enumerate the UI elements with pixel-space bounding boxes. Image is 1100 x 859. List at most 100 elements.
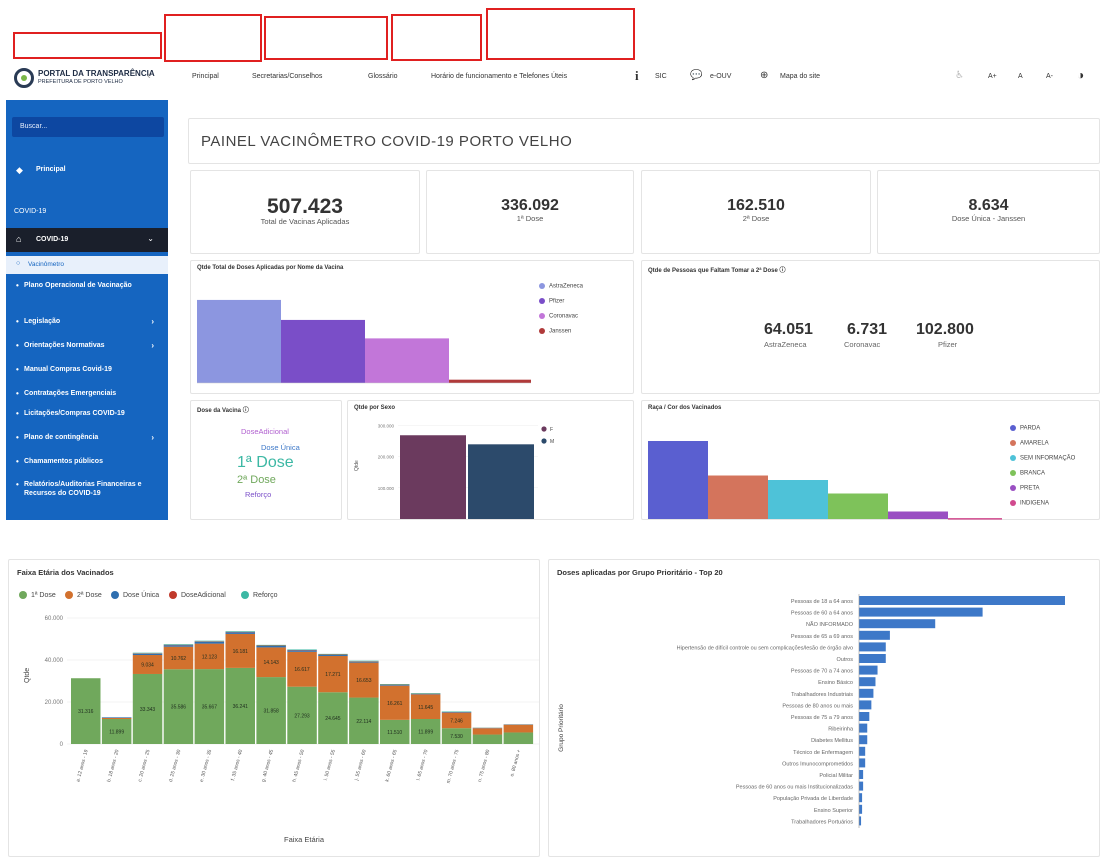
legend-item[interactable]: Pfizer	[539, 298, 564, 305]
nav-secretarias[interactable]: Secretarias/Conselhos	[252, 73, 322, 80]
bar-segment[interactable]	[287, 649, 317, 651]
bar-segment[interactable]	[441, 711, 472, 713]
bar-segment[interactable]	[256, 645, 286, 648]
legend-item[interactable]: INDIGENA	[1010, 500, 1049, 507]
bar[interactable]	[281, 319, 365, 383]
bar-segment[interactable]	[287, 650, 317, 652]
bar-segment[interactable]	[225, 631, 256, 632]
legend-swatch	[19, 591, 27, 599]
bar-segment[interactable]	[472, 728, 503, 735]
bar[interactable]	[859, 700, 872, 710]
bar-segment[interactable]	[132, 653, 163, 656]
font-increase-button[interactable]: A+	[988, 73, 997, 80]
bar-segment[interactable]	[318, 654, 348, 656]
legend-item[interactable]: AstraZeneca	[539, 283, 583, 290]
bar-segment[interactable]	[503, 724, 534, 733]
bar[interactable]	[365, 338, 449, 383]
bar[interactable]	[859, 677, 876, 687]
bar[interactable]	[468, 444, 534, 519]
legend-item[interactable]: Dose Única	[111, 591, 159, 599]
bar-segment[interactable]	[503, 732, 534, 744]
data-label: 9.034	[141, 662, 154, 668]
bar-segment[interactable]	[349, 660, 379, 662]
bar[interactable]	[859, 712, 870, 721]
info-icon[interactable]: i	[635, 68, 639, 84]
bar[interactable]	[859, 758, 866, 768]
kpi-card-dose2: 162.510 2ª Dose	[641, 170, 871, 254]
bar-segment[interactable]	[349, 661, 379, 663]
bar[interactable]	[859, 793, 863, 803]
data-label: 10.762	[171, 656, 187, 662]
bar-segment[interactable]	[225, 632, 256, 634]
tick-label: 300.000	[378, 423, 395, 428]
bar[interactable]	[859, 746, 866, 756]
data-label: 35.667	[202, 705, 218, 711]
bar-segment[interactable]	[132, 652, 163, 654]
bar[interactable]	[859, 781, 864, 791]
bar[interactable]	[197, 299, 281, 383]
data-label: 7.246	[450, 719, 463, 725]
legend-item[interactable]: BRANCA	[1010, 470, 1045, 477]
portal-logo[interactable]: PORTAL DA TRANSPARÊNCIA PREFEITURA DE PO…	[14, 66, 155, 90]
nav-principal[interactable]: Principal	[192, 73, 219, 80]
bar[interactable]	[768, 480, 828, 519]
bar[interactable]	[449, 379, 531, 383]
bar[interactable]	[859, 607, 983, 617]
sidebar-search-input[interactable]: Buscar...	[12, 117, 164, 137]
legend-item[interactable]: PARDA	[1010, 425, 1040, 432]
bar[interactable]	[888, 511, 948, 520]
bar-segment[interactable]	[472, 734, 503, 744]
bar-segment[interactable]	[163, 644, 194, 645]
legend-item[interactable]: DoseAdicional	[169, 591, 226, 599]
font-decrease-button[interactable]: A-	[1046, 73, 1053, 80]
nav-sic[interactable]: SIC	[655, 73, 667, 80]
contrast-icon[interactable]: ◑	[1077, 68, 1084, 82]
bar-segment[interactable]	[194, 640, 225, 642]
bar-segment[interactable]	[380, 684, 410, 685]
legend-item[interactable]: Janssen	[539, 328, 571, 335]
bar[interactable]	[859, 619, 936, 629]
bar[interactable]	[828, 493, 888, 520]
bar[interactable]	[859, 816, 862, 826]
legend-item[interactable]: SEM INFORMAÇÃO	[1010, 455, 1075, 462]
bar[interactable]	[859, 688, 874, 698]
bar[interactable]	[859, 596, 1065, 605]
legend-item[interactable]: Reforço	[241, 591, 278, 599]
chevron-left-icon[interactable]: ‹	[147, 70, 151, 82]
font-reset-button[interactable]: A	[1018, 73, 1023, 80]
bar-segment[interactable]	[101, 717, 132, 720]
bar-segment[interactable]	[410, 693, 441, 694]
bar[interactable]	[859, 804, 863, 814]
bar[interactable]	[708, 475, 768, 520]
legend-item[interactable]: AMARELA	[1010, 440, 1049, 447]
bar-segment[interactable]	[256, 644, 286, 646]
bar[interactable]	[648, 441, 708, 519]
accessibility-icon[interactable]: ♿	[955, 70, 964, 81]
bar-segment[interactable]	[101, 717, 132, 718]
bar[interactable]	[859, 723, 868, 733]
bar[interactable]	[948, 518, 1002, 520]
bar-segment[interactable]	[163, 645, 194, 647]
bar-segment[interactable]	[318, 653, 348, 655]
legend-item[interactable]: 2ª Dose	[65, 591, 102, 599]
legend-item[interactable]: Coronavac	[539, 313, 578, 320]
bar[interactable]	[859, 735, 868, 745]
sidebar-subitem-vacinometro[interactable]: ○ Vacinômetro	[6, 256, 168, 274]
bar-segment[interactable]	[194, 641, 225, 644]
bar[interactable]	[400, 435, 466, 519]
legend-item[interactable]: PRETA	[1010, 485, 1040, 492]
nav-horario[interactable]: Horário de funcionamento e Telefones Úte…	[431, 73, 567, 80]
nav-glossario[interactable]: Glossário	[368, 73, 398, 80]
chat-icon: 💬	[690, 70, 703, 81]
nav-eouv[interactable]: e-OUV	[710, 73, 731, 80]
tick-label: 20.000	[45, 700, 64, 706]
legend-item[interactable]: 1ª Dose	[19, 591, 56, 599]
nav-sitemap[interactable]: Mapa do site	[780, 73, 820, 80]
bar[interactable]	[859, 642, 886, 652]
bar-segment[interactable]	[380, 685, 410, 686]
bar[interactable]	[859, 630, 890, 640]
bar[interactable]	[859, 654, 886, 663]
bar[interactable]	[859, 770, 864, 779]
bar[interactable]	[859, 665, 878, 675]
sidebar-item-covid[interactable]: ⌂ COVID-19 ⌄	[6, 228, 168, 252]
